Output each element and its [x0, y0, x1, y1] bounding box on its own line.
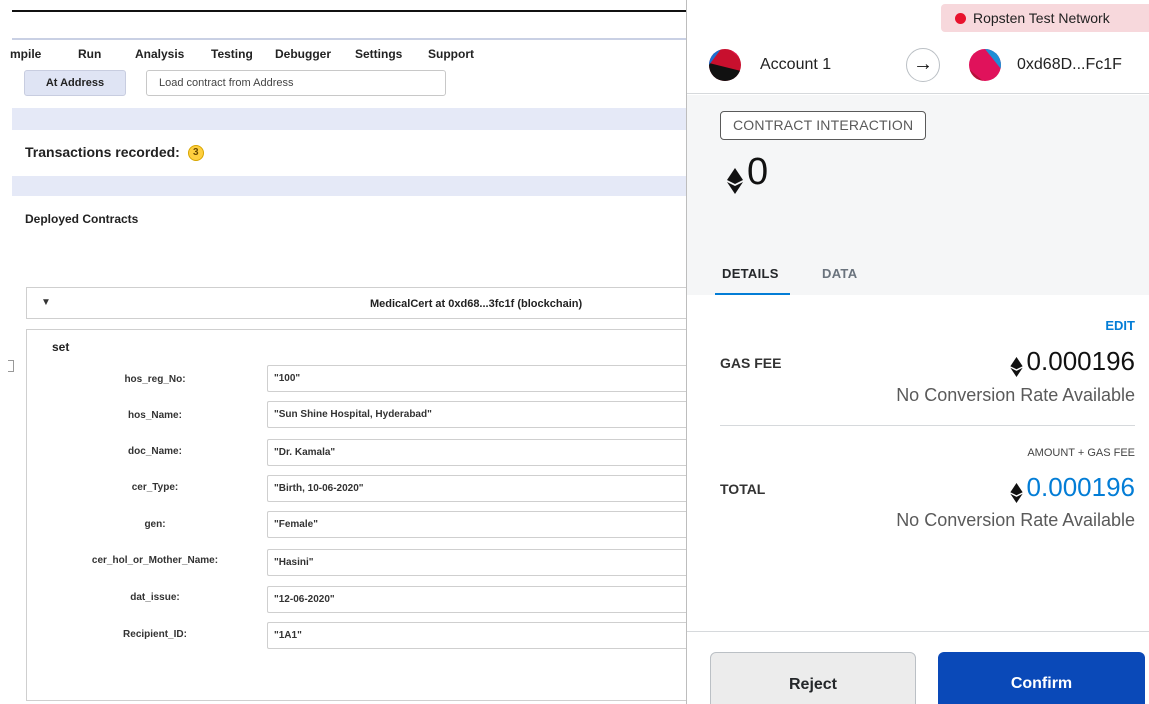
menu-debugger[interactable]: Debugger — [275, 47, 331, 61]
param-input-gen[interactable]: "Female" — [267, 511, 686, 538]
param-input-hos-reg-no[interactable]: "100" — [267, 365, 686, 392]
caret-down-icon[interactable]: ▼ — [41, 297, 51, 308]
confirm-summary: CONTRACT INTERACTION 0 DETAILS DATA — [687, 95, 1149, 295]
network-name: Ropsten Test Network — [973, 10, 1110, 26]
param-input-mother-name[interactable]: "Hasini" — [267, 549, 686, 576]
param-label: dat_issue: — [130, 592, 180, 603]
reject-button[interactable]: Reject — [710, 652, 916, 704]
recipient-avatar-icon — [969, 49, 1001, 81]
deployed-contract-header[interactable]: ▼ MedicalCert at 0xd68...3fc1f (blockcha… — [26, 287, 686, 319]
eth-icon — [1009, 353, 1023, 378]
param-label: hos_Name: — [128, 410, 182, 421]
remix-run-panel: mpile Run Analysis Testing Debugger Sett… — [0, 0, 686, 704]
param-input-doc-name[interactable]: "Dr. Kamala" — [267, 439, 686, 466]
eth-icon — [727, 161, 743, 194]
param-label: cer_hol_or_Mother_Name: — [91, 555, 219, 566]
gas-fee-amount: 0.000196 — [1026, 346, 1135, 376]
menu-analysis[interactable]: Analysis — [135, 47, 184, 61]
contract-instance-name: MedicalCert at 0xd68...3fc1f (blockchain… — [370, 298, 583, 310]
transactions-recorded-label: Transactions recorded: — [25, 144, 180, 160]
transactions-count-badge: 3 — [187, 145, 204, 162]
contract-interaction-tag: CONTRACT INTERACTION — [720, 111, 927, 140]
param-input-cer-type[interactable]: "Birth, 10-06-2020" — [267, 475, 686, 502]
metamask-confirm-popup: Ropsten Test Network Account 1 → 0xd68D.… — [686, 0, 1149, 704]
menu-support[interactable]: Support — [428, 47, 474, 61]
network-dot-icon — [955, 13, 966, 24]
arrow-right-icon: → — [906, 48, 940, 82]
section-band — [12, 108, 686, 130]
total-conversion: No Conversion Rate Available — [896, 510, 1135, 530]
param-input-dat-issue[interactable]: "12-06-2020" — [267, 586, 686, 613]
gas-fee-conversion: No Conversion Rate Available — [896, 385, 1135, 405]
transactions-recorded[interactable]: Transactions recorded: 3 — [25, 144, 204, 162]
menu-testing[interactable]: Testing — [211, 47, 253, 61]
param-input-recipient-id[interactable]: "1A1" — [267, 622, 686, 649]
top-border — [12, 10, 686, 12]
account-avatar-icon — [709, 49, 741, 81]
menu-compile[interactable]: mpile — [10, 47, 41, 61]
load-contract-address-input[interactable]: Load contract from Address — [146, 70, 446, 96]
menu-run[interactable]: Run — [78, 47, 101, 61]
amount-plus-gas-label: AMOUNT + GAS FEE — [1027, 447, 1135, 459]
amount-value: 0 — [747, 151, 769, 193]
total-amount: 0.000196 — [1026, 472, 1135, 502]
confirm-footer: Reject Confirm — [687, 631, 1149, 704]
param-label: gen: — [144, 519, 166, 530]
param-input-hos-name[interactable]: "Sun Shine Hospital, Hyderabad" — [267, 401, 686, 428]
resize-handle[interactable] — [8, 360, 14, 372]
gas-fee-value: 0.000196 — [1009, 346, 1135, 378]
section-band — [12, 176, 686, 196]
function-set-panel: set hos_reg_No: "100" hos_Name: "Sun Shi… — [26, 329, 686, 701]
function-name: set — [52, 340, 70, 354]
to-address[interactable]: 0xd68D...Fc1F — [1017, 56, 1122, 74]
param-label: hos_reg_No: — [124, 374, 186, 385]
deployed-contracts-title: Deployed Contracts — [25, 212, 139, 226]
transaction-amount: 0 — [727, 151, 768, 194]
divider — [720, 425, 1135, 426]
tab-data[interactable]: DATA — [822, 266, 857, 281]
total-value: 0.000196 — [1009, 472, 1135, 504]
network-indicator[interactable]: Ropsten Test Network — [941, 4, 1149, 32]
sender-recipient-row: Account 1 → 0xd68D...Fc1F — [687, 36, 1149, 94]
total-label: TOTAL — [720, 481, 766, 497]
menu-divider — [12, 38, 686, 40]
menu-settings[interactable]: Settings — [355, 47, 402, 61]
confirm-button[interactable]: Confirm — [938, 652, 1145, 704]
param-label: Recipient_ID: — [123, 629, 187, 640]
param-label: cer_Type: — [131, 482, 179, 493]
tab-details[interactable]: DETAILS — [722, 266, 779, 281]
edit-gas-button[interactable]: EDIT — [1105, 318, 1135, 333]
gas-fee-label: GAS FEE — [720, 355, 782, 371]
at-address-button[interactable]: At Address — [24, 70, 126, 96]
active-tab-indicator — [715, 293, 790, 295]
from-account-name[interactable]: Account 1 — [760, 56, 831, 74]
remix-menu-bar: mpile Run Analysis Testing Debugger Sett… — [0, 38, 686, 66]
eth-icon — [1009, 479, 1023, 504]
param-label: doc_Name: — [128, 446, 182, 457]
details-panel: EDIT GAS FEE 0.000196 No Conversion Rate… — [687, 296, 1149, 631]
